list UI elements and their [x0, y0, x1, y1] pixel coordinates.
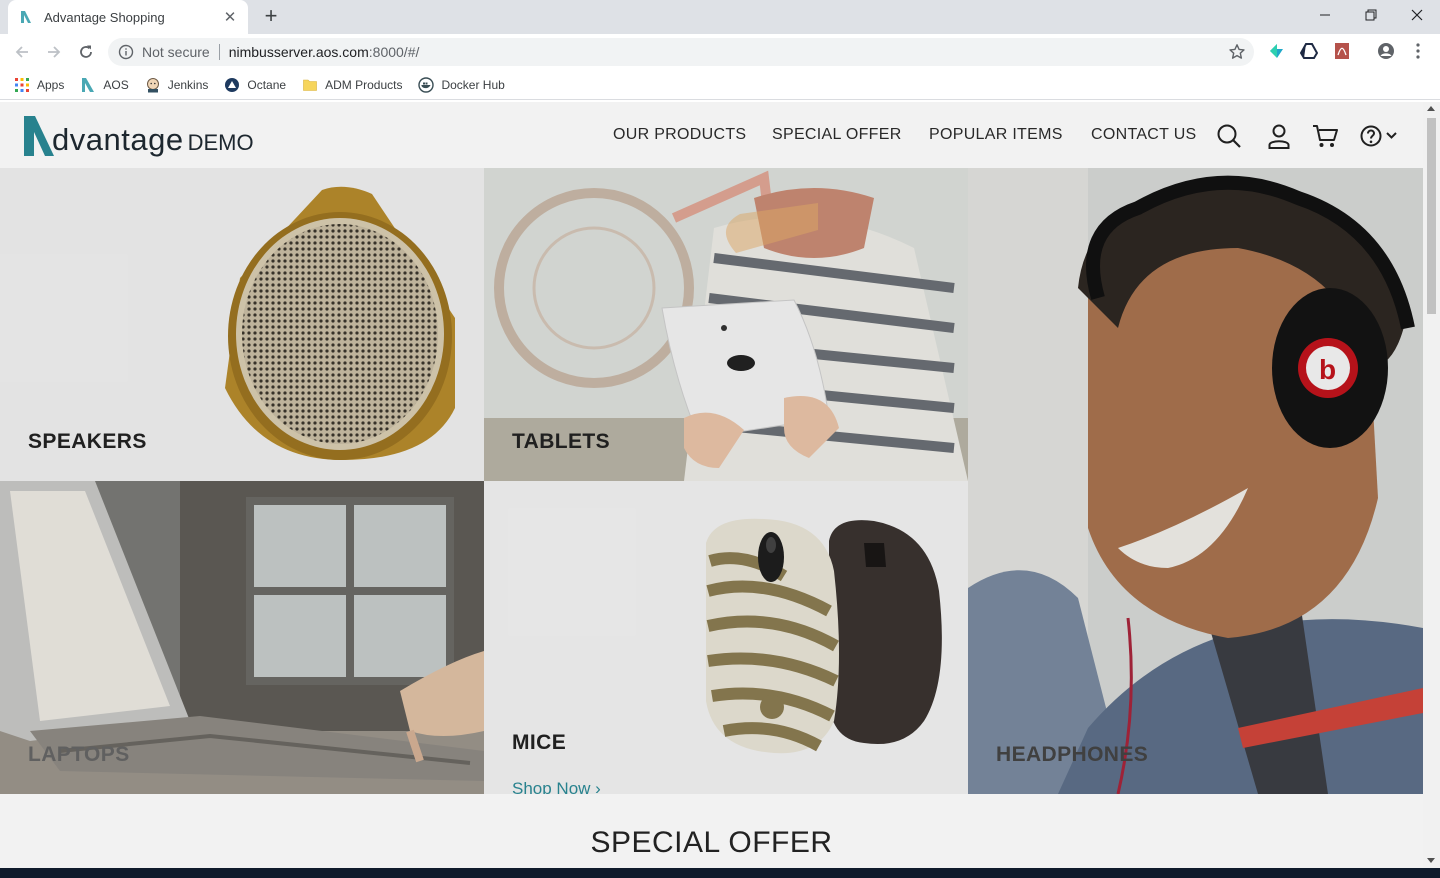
bookmark-docker-hub[interactable]: Docker Hub: [418, 76, 505, 93]
shopping-cart-icon[interactable]: [1311, 122, 1339, 150]
advantage-logo-mark-icon: [24, 116, 54, 156]
aos-logo-icon: [82, 77, 95, 92]
category-label-laptops: LAPTOPS: [28, 743, 130, 766]
close-tab-icon[interactable]: ✕: [222, 8, 238, 26]
apps-grid-icon: [15, 77, 29, 92]
category-tile-headphones[interactable]: b HEADPHONES: [968, 168, 1423, 794]
chevron-right-icon: ›: [595, 779, 601, 794]
search-icon[interactable]: [1215, 122, 1243, 150]
category-tile-speakers[interactable]: SPEAKERS: [0, 168, 484, 481]
url-text: nimbusserver.aos.com:8000/#/: [229, 44, 420, 60]
bookmark-octane[interactable]: Octane: [224, 77, 286, 93]
folder-icon: [303, 79, 317, 91]
address-bar[interactable]: Not secure nimbusserver.aos.com:8000/#/: [108, 38, 1254, 66]
browser-menu-icon[interactable]: [1409, 42, 1427, 60]
docker-icon: [418, 76, 435, 93]
logo-wordmark: dvantage: [52, 122, 184, 157]
bookmarks-bar: Apps AOS Jenkins Octane ADM Products Doc…: [0, 70, 1440, 100]
bookmark-label: Apps: [37, 77, 65, 92]
restore-window-icon[interactable]: [1348, 0, 1394, 30]
extension-drive-icon[interactable]: [1300, 42, 1318, 60]
forward-arrow-icon[interactable]: [42, 40, 66, 64]
security-status-label: Not secure: [142, 44, 210, 60]
site-header: dvantage DEMO OUR PRODUCTS SPECIAL OFFER…: [0, 102, 1423, 168]
nav-contact-us[interactable]: CONTACT US: [1091, 126, 1197, 144]
scroll-up-arrow-icon[interactable]: [1427, 106, 1435, 111]
bookmark-adm-products[interactable]: ADM Products: [302, 77, 402, 93]
reload-icon[interactable]: [74, 40, 98, 64]
address-separator: [218, 44, 220, 60]
bookmark-aos[interactable]: AOS: [80, 77, 129, 93]
profile-avatar-icon[interactable]: [1377, 42, 1395, 60]
user-account-icon[interactable]: [1265, 122, 1293, 150]
category-label-speakers: SPEAKERS: [28, 430, 147, 453]
shop-now-label: Shop Now: [512, 779, 591, 794]
category-tile-mice[interactable]: MICE Shop Now ›: [484, 481, 968, 794]
nav-special-offer[interactable]: SPECIAL OFFER: [772, 126, 902, 144]
tab-title: Advantage Shopping: [44, 9, 165, 25]
category-label-mice: MICE: [512, 731, 567, 754]
bookmark-label: Jenkins: [167, 77, 209, 92]
category-label-tablets: TABLETS: [512, 430, 611, 453]
category-label-headphones: HEADPHONES: [996, 743, 1149, 766]
close-window-icon[interactable]: [1394, 0, 1440, 30]
browser-tab-active[interactable]: Advantage Shopping ✕: [8, 0, 248, 34]
svg-text:b: b: [1319, 354, 1336, 385]
headphones-product-image: b: [968, 168, 1423, 794]
url-path: :8000/#/: [368, 44, 420, 60]
category-tile-tablets[interactable]: TABLETS: [484, 168, 968, 481]
page-scrollbar[interactable]: [1423, 102, 1440, 868]
bookmark-label: AOS: [103, 77, 129, 92]
logo-demo-label: DEMO: [187, 130, 254, 155]
scroll-down-arrow-icon[interactable]: [1427, 858, 1435, 863]
bookmark-label: Docker Hub: [441, 77, 505, 92]
site-logo[interactable]: dvantage DEMO: [22, 112, 254, 158]
octane-icon: [225, 77, 240, 92]
new-tab-button[interactable]: +: [260, 5, 282, 28]
special-offer-heading: SPECIAL OFFER: [590, 826, 833, 859]
category-tile-laptops[interactable]: LAPTOPS: [0, 481, 484, 794]
nav-our-products[interactable]: OUR PRODUCTS: [613, 126, 746, 144]
bookmark-jenkins[interactable]: Jenkins: [145, 77, 209, 93]
browser-tab-strip: Advantage Shopping ✕ +: [0, 0, 1440, 34]
jenkins-icon: [146, 77, 159, 92]
help-dropdown-icon[interactable]: [1359, 122, 1401, 150]
extension-pdf-icon[interactable]: [1333, 42, 1351, 60]
shop-now-link[interactable]: Shop Now ›: [512, 779, 601, 794]
bookmark-label: Octane: [247, 77, 287, 92]
web-page: dvantage DEMO OUR PRODUCTS SPECIAL OFFER…: [0, 102, 1423, 868]
nav-popular-items[interactable]: POPULAR ITEMS: [929, 126, 1063, 144]
aos-favicon-icon: [21, 11, 31, 23]
bookmark-label: ADM Products: [325, 77, 403, 92]
scrollbar-thumb[interactable]: [1427, 118, 1436, 314]
bookmark-apps[interactable]: Apps: [14, 77, 64, 93]
url-host: nimbusserver.aos.com: [228, 44, 369, 60]
os-taskbar: [0, 868, 1440, 878]
back-arrow-icon[interactable]: [10, 40, 34, 64]
browser-toolbar: Not secure nimbusserver.aos.com:8000/#/: [0, 34, 1440, 70]
info-icon[interactable]: [118, 44, 134, 60]
minimize-window-icon[interactable]: [1302, 0, 1348, 30]
bookmark-star-icon[interactable]: [1228, 43, 1246, 61]
extension-arrow-icon[interactable]: [1267, 42, 1285, 60]
